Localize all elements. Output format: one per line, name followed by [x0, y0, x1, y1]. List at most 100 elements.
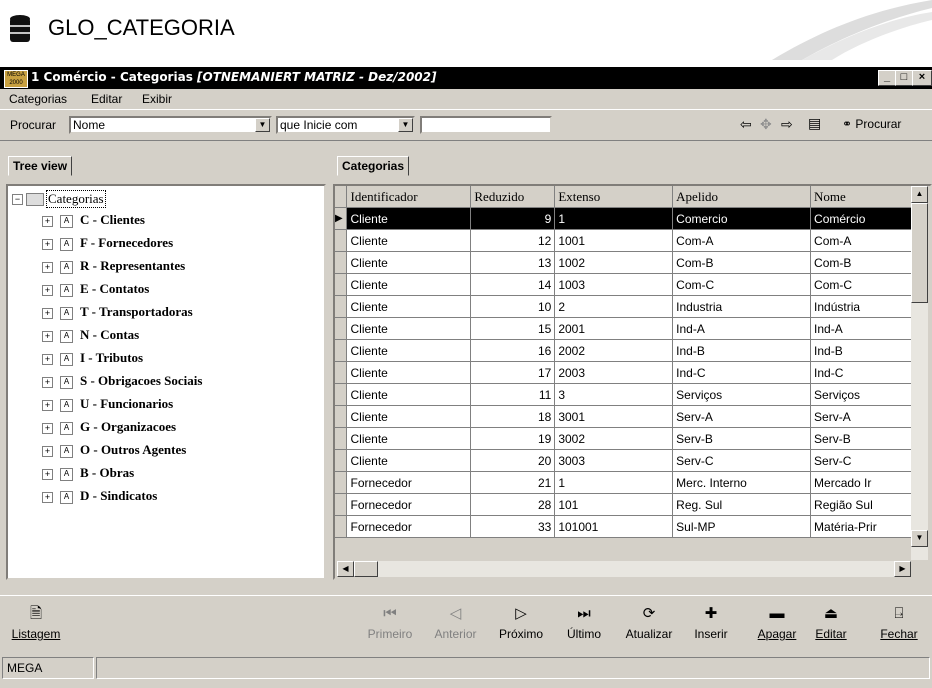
column-header[interactable]: Nome — [810, 186, 913, 208]
table-cell[interactable]: Cliente — [346, 229, 472, 252]
row-indicator[interactable] — [335, 471, 348, 494]
row-indicator[interactable] — [335, 383, 348, 406]
listagem-button[interactable]: 🗎 Listagem — [6, 601, 66, 657]
table-cell[interactable]: Cliente — [346, 339, 472, 362]
table-cell[interactable]: 16 — [470, 339, 556, 362]
table-row[interactable]: ▶ Cliente 9 1 Comercio Comércio — [335, 207, 913, 230]
table-cell[interactable]: Industria — [672, 295, 812, 318]
scroll-thumb-h[interactable] — [354, 561, 378, 577]
expand-icon[interactable]: + — [42, 239, 53, 250]
table-cell[interactable]: 13 — [470, 251, 556, 274]
expand-icon[interactable]: + — [42, 446, 53, 457]
table-row[interactable]: Cliente 15 2001 Ind-A Ind-A — [335, 317, 913, 340]
row-indicator[interactable] — [335, 251, 348, 274]
search-mode-select[interactable]: que Inicie com ▼ — [276, 116, 415, 134]
menu-editar[interactable]: Editar — [91, 92, 122, 106]
row-indicator[interactable] — [335, 427, 348, 450]
table-row[interactable]: Cliente 18 3001 Serv-A Serv-A — [335, 405, 913, 428]
table-cell[interactable]: Reg. Sul — [672, 493, 812, 516]
table-cell[interactable]: Ind-C — [672, 361, 812, 384]
table-cell[interactable]: 21 — [470, 471, 556, 494]
chevron-down-icon[interactable]: ▼ — [255, 118, 270, 132]
anterior-button[interactable]: ◁ Anterior — [428, 601, 483, 657]
table-cell[interactable]: Região Sul — [810, 493, 913, 516]
row-indicator[interactable] — [335, 405, 348, 428]
table-cell[interactable]: Com-C — [672, 273, 812, 296]
scroll-thumb[interactable] — [911, 203, 928, 303]
table-cell[interactable]: Ind-C — [810, 361, 913, 384]
atualizar-button[interactable]: ⟳ Atualizar — [620, 601, 678, 657]
table-cell[interactable]: Fornecedor — [346, 493, 472, 516]
table-cell[interactable]: 19 — [470, 427, 556, 450]
expand-icon[interactable]: + — [42, 469, 53, 480]
horizontal-scrollbar[interactable]: ◀ ▶ — [337, 561, 911, 577]
editar-button[interactable]: ⏏ Editar — [810, 601, 852, 657]
expand-icon[interactable]: + — [42, 216, 53, 227]
scroll-up-icon[interactable]: ▲ — [911, 186, 928, 203]
table-row[interactable]: Fornecedor 33 101001 Sul-MP Matéria-Prir — [335, 515, 913, 538]
table-cell[interactable]: Ind-B — [672, 339, 812, 362]
table-row[interactable]: Cliente 10 2 Industria Indústria — [335, 295, 913, 318]
table-row[interactable]: Cliente 20 3003 Serv-C Serv-C — [335, 449, 913, 472]
fechar-button[interactable]: ⍈ Fechar — [868, 601, 930, 657]
table-cell[interactable]: Sul-MP — [672, 515, 812, 538]
table-cell[interactable]: Cliente — [346, 383, 472, 406]
primeiro-button[interactable]: ⏮ Primeiro — [365, 601, 415, 657]
row-indicator[interactable] — [335, 515, 348, 538]
table-cell[interactable]: Serv-C — [672, 449, 812, 472]
column-header[interactable]: Identificador — [346, 186, 472, 208]
table-cell[interactable]: 28 — [470, 493, 556, 516]
search-field-select[interactable]: Nome ▼ — [69, 116, 272, 134]
row-indicator[interactable] — [335, 317, 348, 340]
table-cell[interactable]: 2002 — [554, 339, 674, 362]
column-header[interactable]: Extenso — [554, 186, 674, 208]
table-cell[interactable]: Com-A — [810, 229, 913, 252]
table-cell[interactable]: 1002 — [554, 251, 674, 274]
row-indicator[interactable] — [335, 273, 348, 296]
table-cell[interactable]: 9 — [470, 207, 556, 230]
table-row[interactable]: Cliente 14 1003 Com-C Com-C — [335, 273, 913, 296]
table-cell[interactable]: 12 — [470, 229, 556, 252]
table-row[interactable]: Cliente 11 3 Serviços Serviços — [335, 383, 913, 406]
table-cell[interactable]: Cliente — [346, 427, 472, 450]
table-cell[interactable]: 15 — [470, 317, 556, 340]
row-indicator[interactable] — [335, 295, 348, 318]
table-cell[interactable]: 20 — [470, 449, 556, 472]
row-indicator[interactable] — [335, 449, 348, 472]
table-cell[interactable]: 14 — [470, 273, 556, 296]
table-cell[interactable]: Serv-C — [810, 449, 913, 472]
table-cell[interactable]: 3003 — [554, 449, 674, 472]
table-cell[interactable]: Comercio — [672, 207, 812, 230]
row-indicator[interactable] — [335, 229, 348, 252]
table-cell[interactable]: Fornecedor — [346, 471, 472, 494]
row-indicator[interactable] — [335, 339, 348, 362]
table-cell[interactable]: Com-B — [672, 251, 812, 274]
table-cell[interactable]: Merc. Interno — [672, 471, 812, 494]
table-cell[interactable]: Comércio — [810, 207, 913, 230]
table-cell[interactable]: 10 — [470, 295, 556, 318]
apagar-button[interactable]: ▬ Apagar — [750, 601, 804, 657]
table-row[interactable]: Cliente 16 2002 Ind-B Ind-B — [335, 339, 913, 362]
table-cell[interactable]: Cliente — [346, 273, 472, 296]
table-cell[interactable]: Cliente — [346, 361, 472, 384]
table-cell[interactable]: 1 — [554, 207, 674, 230]
scroll-right-icon[interactable]: ▶ — [894, 561, 911, 577]
arrow-right-icon[interactable]: ⇨ — [781, 116, 793, 133]
table-cell[interactable]: 3 — [554, 383, 674, 406]
table-cell[interactable]: Com-B — [810, 251, 913, 274]
expand-icon[interactable]: + — [42, 492, 53, 503]
table-cell[interactable]: Ind-A — [810, 317, 913, 340]
table-cell[interactable]: Serv-A — [810, 405, 913, 428]
table-cell[interactable]: 3001 — [554, 405, 674, 428]
scroll-left-icon[interactable]: ◀ — [337, 561, 354, 577]
expand-icon[interactable]: + — [42, 285, 53, 296]
table-cell[interactable]: 18 — [470, 405, 556, 428]
menu-exibir[interactable]: Exibir — [142, 92, 172, 106]
row-indicator[interactable] — [335, 361, 348, 384]
table-cell[interactable]: 2003 — [554, 361, 674, 384]
current-row-icon[interactable]: ▶ — [335, 207, 348, 230]
table-cell[interactable]: Serv-A — [672, 405, 812, 428]
expand-icon[interactable]: + — [42, 354, 53, 365]
table-cell[interactable]: 2 — [554, 295, 674, 318]
table-row[interactable]: Cliente 13 1002 Com-B Com-B — [335, 251, 913, 274]
